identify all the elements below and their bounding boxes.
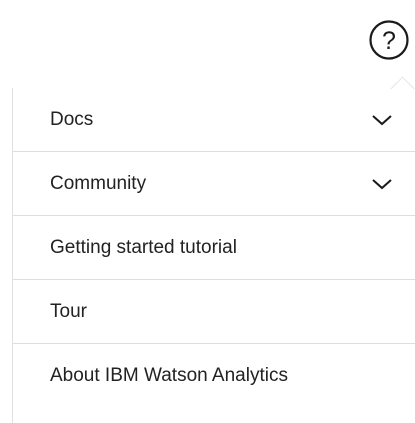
help-menu: Docs Community Getting started tutorial … xyxy=(12,88,415,423)
menu-item-label: Docs xyxy=(50,108,94,130)
menu-item-getting-started-tutorial[interactable]: Getting started tutorial xyxy=(13,216,415,280)
menu-item-tour[interactable]: Tour xyxy=(13,280,415,344)
menu-item-label: Getting started tutorial xyxy=(50,236,237,258)
help-menu-panel: ? Docs Community Getting started tutoria… xyxy=(0,0,415,423)
question-circle-icon: ? xyxy=(369,20,409,60)
svg-text:?: ? xyxy=(382,27,396,55)
menu-item-community[interactable]: Community xyxy=(13,152,415,216)
help-button[interactable]: ? xyxy=(368,19,410,61)
menu-item-label: Tour xyxy=(50,300,87,322)
menu-item-about[interactable]: About IBM Watson Analytics xyxy=(13,344,415,408)
menu-item-label: Community xyxy=(50,172,147,194)
chevron-down-icon[interactable] xyxy=(371,177,393,191)
menu-item-docs[interactable]: Docs xyxy=(13,88,415,152)
chevron-down-icon[interactable] xyxy=(371,113,393,127)
menu-item-label: About IBM Watson Analytics xyxy=(50,365,288,386)
